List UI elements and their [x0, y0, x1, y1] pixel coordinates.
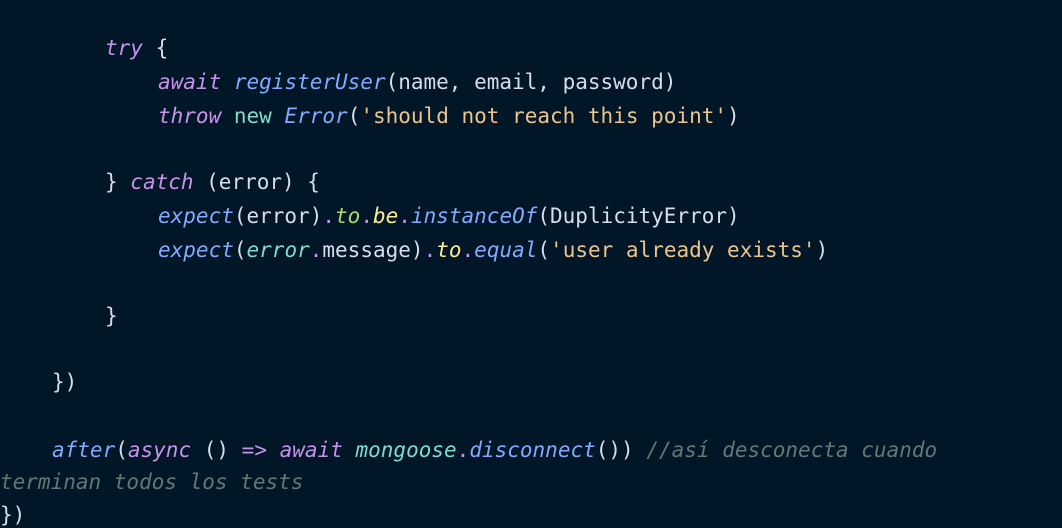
- paren: (: [115, 438, 128, 462]
- string-literal: 'should not reach this point': [360, 104, 727, 128]
- var-error: error: [246, 238, 310, 262]
- dot: .: [309, 238, 323, 262]
- method-disconnect: disconnect: [469, 438, 596, 462]
- catch-params: (error) {: [193, 170, 320, 194]
- function-after: after: [52, 438, 116, 462]
- code-line-9: after(async () => await mongoose.disconn…: [52, 437, 937, 463]
- method-instance-of: instanceOf: [410, 204, 538, 228]
- code-line-4: } catch (error) {: [105, 169, 320, 195]
- code-line-5: expect(error).to.be.instanceOf(Duplicity…: [158, 203, 740, 229]
- brace: }: [105, 170, 131, 194]
- comment-continuation: terminan todos los tests: [0, 470, 304, 494]
- params: (): [191, 438, 242, 462]
- code-line-7: }: [105, 303, 118, 329]
- dot: .: [398, 204, 411, 228]
- dot: .: [322, 204, 336, 228]
- code-editor[interactable]: try { await registerUser(name, email, pa…: [0, 0, 1062, 528]
- prop-to: to: [436, 238, 462, 262]
- dot: .: [461, 238, 475, 262]
- keyword-await: await: [279, 438, 343, 462]
- paren: ): [410, 238, 424, 262]
- code-line-2: await registerUser(name, email, password…: [158, 69, 676, 95]
- brace: }): [0, 503, 26, 527]
- code-line-3: throw new Error('should not reach this p…: [158, 103, 740, 129]
- keyword-try: try: [105, 36, 143, 60]
- keyword-async: async: [127, 438, 192, 462]
- args: (name, email, password): [385, 70, 677, 94]
- function-expect: expect: [158, 238, 234, 262]
- keyword-await: await: [158, 70, 222, 94]
- code-line-11: }): [0, 502, 25, 528]
- function-expect: expect: [158, 204, 234, 228]
- arrow-operator: =>: [241, 438, 267, 462]
- brace: {: [142, 36, 169, 60]
- dot: .: [423, 238, 437, 262]
- keyword-throw: throw: [158, 104, 222, 128]
- paren: (: [347, 104, 361, 128]
- paren: (: [233, 238, 247, 262]
- method-equal: equal: [474, 238, 538, 262]
- paren: ): [727, 104, 740, 128]
- prop-be: be: [372, 204, 399, 228]
- paren: ): [815, 238, 829, 262]
- object-mongoose: mongoose: [355, 438, 457, 462]
- code-line-6: expect(error.message).to.equal('user alr…: [158, 237, 828, 263]
- code-line-8: }): [52, 369, 77, 395]
- code-line-10: terminan todos los tests: [0, 469, 303, 495]
- prop-to: to: [335, 204, 361, 228]
- string-literal: 'user already exists': [550, 238, 816, 262]
- function-register-user: registerUser: [233, 70, 386, 94]
- comment: //así desconecta cuando: [646, 438, 938, 462]
- prop-message: message: [322, 238, 411, 262]
- brace: }: [105, 304, 118, 328]
- code-line-1: try {: [105, 35, 168, 61]
- keyword-catch: catch: [130, 170, 194, 194]
- paren: (: [537, 238, 551, 262]
- dot: .: [360, 204, 373, 228]
- class-error: Error: [284, 104, 348, 128]
- paren: ()): [595, 438, 634, 462]
- args: (DuplicityError): [537, 204, 740, 228]
- args: (error): [233, 204, 323, 228]
- brace: }): [52, 370, 78, 394]
- keyword-new: new: [233, 104, 272, 128]
- dot: .: [456, 438, 470, 462]
